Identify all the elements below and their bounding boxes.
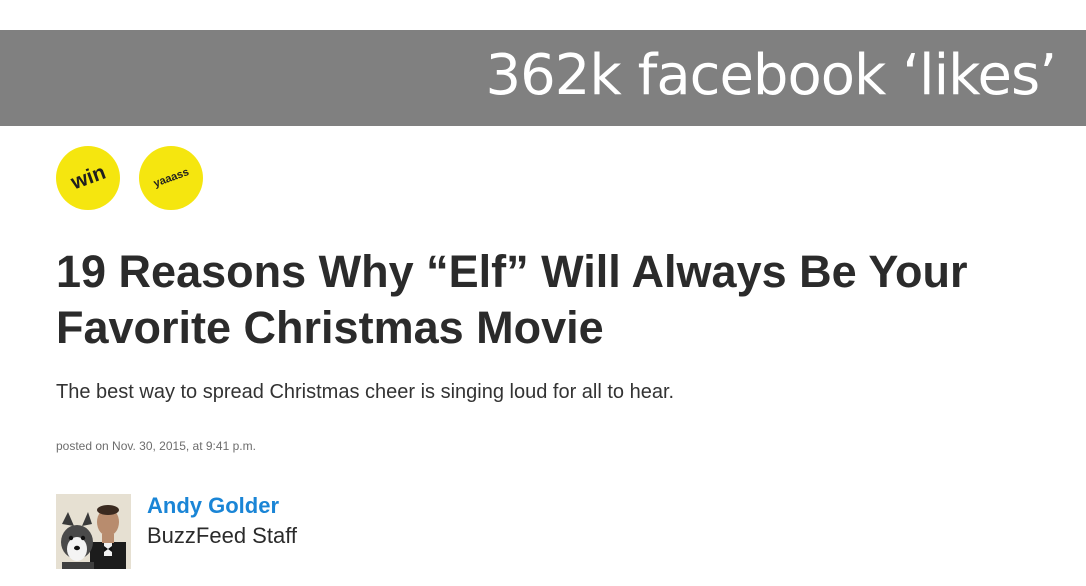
win-badge[interactable]: win	[56, 146, 120, 210]
author-title: BuzzFeed Staff	[147, 523, 298, 548]
yaaass-badge[interactable]: yaaass	[139, 146, 203, 210]
likes-banner: 362k facebook ‘likes’	[0, 30, 1086, 126]
likes-banner-text: 362k facebook ‘likes’	[485, 43, 1057, 108]
win-badge-label: win	[67, 160, 109, 195]
author-photo-icon	[56, 494, 131, 569]
yaaass-badge-label: yaaass	[151, 166, 191, 190]
article-headline: 19 Reasons Why “Elf” Will Always Be Your…	[56, 246, 968, 353]
posted-timestamp: posted on Nov. 30, 2015, at 9:41 p.m.	[56, 439, 256, 453]
author-avatar[interactable]	[56, 494, 131, 569]
article-description: The best way to spread Christmas cheer i…	[56, 381, 675, 403]
author-name-link[interactable]: Andy Golder	[147, 492, 279, 520]
